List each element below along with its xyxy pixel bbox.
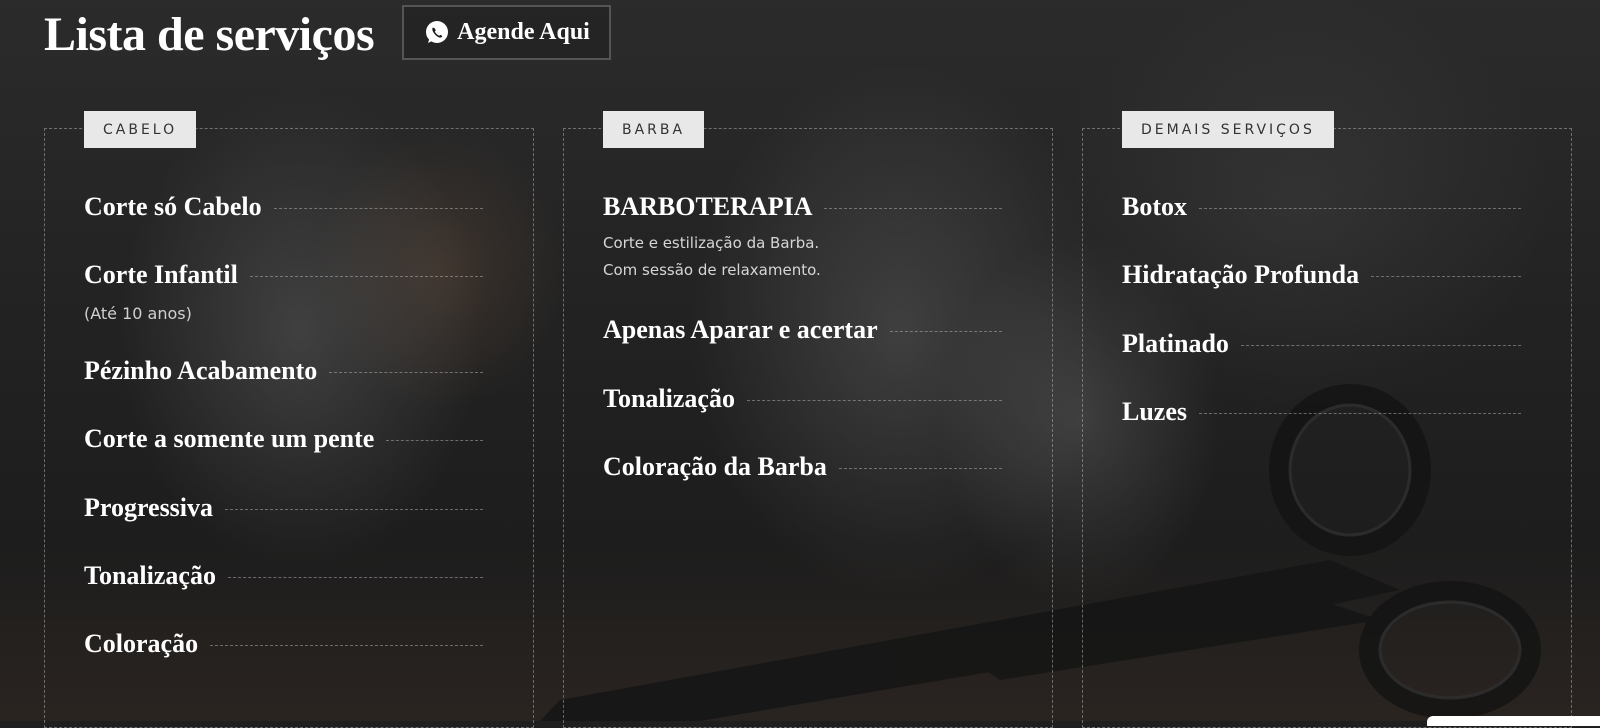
service-item[interactable]: Coloração da Barba xyxy=(603,451,1002,483)
service-column-barba: BARBA BARBOTERAPIA Corte e estilização d… xyxy=(563,111,1053,728)
service-note: (Até 10 anos) xyxy=(84,304,192,323)
dotted-leader xyxy=(824,207,1002,209)
page-title: Lista de serviços xyxy=(44,8,375,61)
dotted-leader xyxy=(249,275,483,277)
service-name: Corte Infantil xyxy=(84,260,238,289)
dotted-leader xyxy=(1199,207,1521,209)
category-tag-cabelo: CABELO xyxy=(84,111,197,148)
service-name: Coloração da Barba xyxy=(603,452,827,481)
dotted-leader xyxy=(1240,344,1521,346)
service-item[interactable]: Hidratação Profunda xyxy=(1122,259,1521,291)
service-name: Tonalização xyxy=(84,561,216,590)
dotted-leader xyxy=(889,330,1002,332)
service-item[interactable]: Corte só Cabelo xyxy=(84,191,483,223)
dotted-leader xyxy=(386,439,483,441)
service-name: Apenas Aparar e acertar xyxy=(603,315,878,344)
service-item[interactable]: Corte a somente um pente xyxy=(84,423,483,455)
category-tag-demais-servicos: DEMAIS SERVIÇOS xyxy=(1122,111,1334,148)
dotted-leader xyxy=(225,508,483,510)
dotted-leader xyxy=(210,644,483,646)
service-item[interactable]: BARBOTERAPIA Corte e estilização da Barb… xyxy=(603,191,1002,284)
dotted-leader xyxy=(273,207,483,209)
dotted-leader xyxy=(838,467,1002,469)
service-item[interactable]: Tonalização xyxy=(84,560,483,592)
service-name: Progressiva xyxy=(84,493,214,522)
service-item[interactable]: Botox xyxy=(1122,191,1521,223)
whatsapp-icon xyxy=(423,19,451,47)
service-name: Platinado xyxy=(1122,329,1229,358)
service-name: Luzes xyxy=(1122,397,1187,426)
service-name: Coloração xyxy=(84,629,199,658)
service-item[interactable]: Progressiva xyxy=(84,492,483,524)
dotted-leader xyxy=(1371,275,1521,277)
service-description-line: Com sessão de relaxamento. xyxy=(603,261,821,279)
service-item[interactable]: Pézinho Acabamento xyxy=(84,355,483,387)
service-item[interactable]: Coloração xyxy=(84,628,483,660)
service-column-cabelo: CABELO Corte só Cabelo Corte Infantil (A… xyxy=(44,111,534,728)
service-item[interactable]: Tonalização xyxy=(603,383,1002,415)
dotted-leader xyxy=(746,399,1002,401)
dotted-leader xyxy=(227,576,483,578)
dotted-leader xyxy=(1199,412,1521,414)
service-name: BARBOTERAPIA xyxy=(603,192,813,221)
service-name: Hidratação Profunda xyxy=(1122,260,1360,289)
floating-widget-edge[interactable] xyxy=(1427,716,1600,726)
agende-aqui-label: Agende Aqui xyxy=(457,19,590,45)
agende-aqui-button[interactable]: Agende Aqui xyxy=(402,5,611,60)
dotted-leader xyxy=(329,371,483,373)
service-name: Botox xyxy=(1122,192,1187,221)
service-name: Corte só Cabelo xyxy=(84,192,262,221)
service-description-line: Corte e estilização da Barba. xyxy=(603,234,820,252)
service-column-demais: DEMAIS SERVIÇOS Botox Hidratação Profund… xyxy=(1082,111,1572,728)
service-description: Corte e estilização da Barba. Com sessão… xyxy=(603,230,1002,284)
service-name: Tonalização xyxy=(603,384,735,413)
service-name: Pézinho Acabamento xyxy=(84,356,318,385)
service-item[interactable]: Platinado xyxy=(1122,328,1521,360)
service-item[interactable]: Corte Infantil (Até 10 anos) xyxy=(84,259,483,323)
service-name: Corte a somente um pente xyxy=(84,424,375,453)
service-item[interactable]: Apenas Aparar e acertar xyxy=(603,314,1002,346)
service-item[interactable]: Luzes xyxy=(1122,396,1521,428)
category-tag-barba: BARBA xyxy=(603,111,705,148)
